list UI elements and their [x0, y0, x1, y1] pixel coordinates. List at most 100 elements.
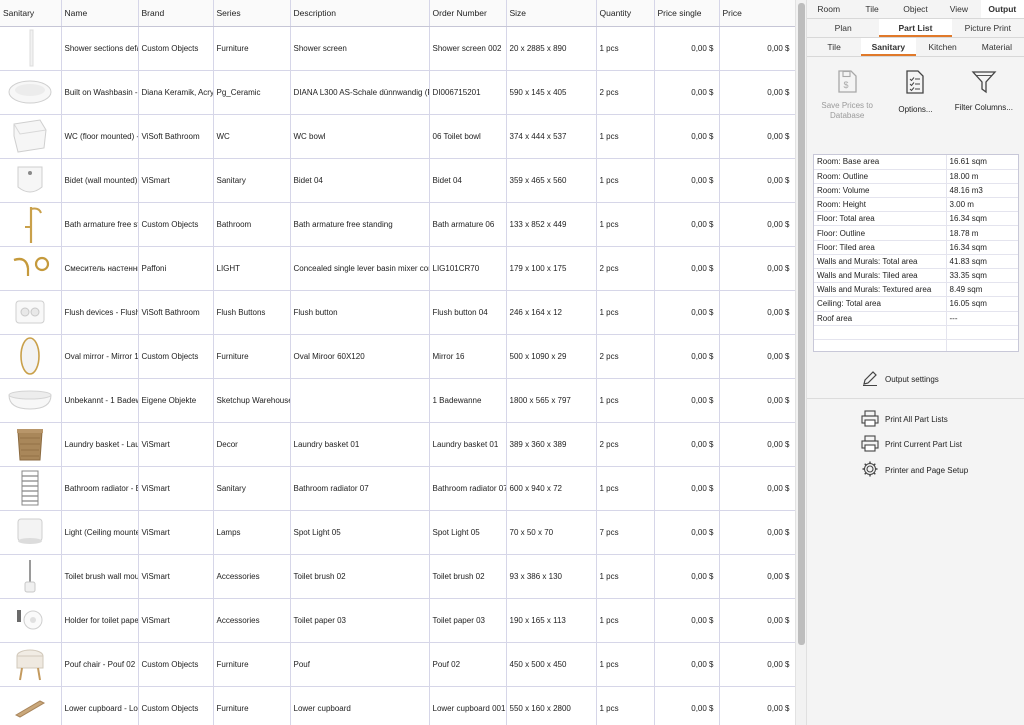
price-cell[interactable]: 0,00 $	[719, 26, 795, 71]
series-cell[interactable]: Sanitary	[213, 158, 291, 203]
quantity-cell[interactable]: 1 pcs	[596, 598, 655, 643]
price-cell[interactable]: 0,00 $	[719, 686, 795, 725]
tab-tile-list[interactable]: Tile	[807, 38, 861, 56]
print-all-part-lists-button[interactable]: Print All Part Lists	[861, 410, 948, 429]
item-thumbnail-cell[interactable]	[0, 202, 62, 247]
price-single-cell[interactable]: 0,00 $	[654, 290, 720, 335]
brand-cell[interactable]: ViSmart	[138, 554, 214, 599]
item-thumbnail-cell[interactable]	[0, 158, 62, 203]
item-thumbnail-cell[interactable]	[0, 378, 62, 423]
series-cell[interactable]: Sketchup Warehouse	[213, 378, 291, 423]
quantity-cell[interactable]: 1 pcs	[596, 26, 655, 71]
item-thumbnail-cell[interactable]	[0, 334, 62, 379]
item-thumbnail-cell[interactable]	[0, 466, 62, 511]
price-single-cell[interactable]: 0,00 $	[654, 246, 720, 291]
quantity-cell[interactable]: 1 pcs	[596, 114, 655, 159]
table-row[interactable]: Oval mirror - Mirror 1(Custom Objects Fur…	[0, 334, 795, 379]
order-number-cell[interactable]: Laundry basket 01	[429, 422, 507, 467]
table-row[interactable]: Shower sections defa Custom Objects Furnit…	[0, 26, 795, 71]
price-single-cell[interactable]: 0,00 $	[654, 202, 720, 247]
quantity-cell[interactable]: 1 pcs	[596, 202, 655, 247]
table-row[interactable]: Built on Washbasin - Diana Keramik, Acryl…	[0, 70, 795, 115]
order-number-cell[interactable]: 06 Toilet bowl	[429, 114, 507, 159]
description-cell[interactable]: DIANA L300 AS-Schale dünnwandig (F	[290, 70, 430, 115]
save-prices-button[interactable]: $ Save Prices to Database	[816, 65, 878, 157]
order-number-cell[interactable]: Mirror 16	[429, 334, 507, 379]
quantity-cell[interactable]: 1 pcs	[596, 554, 655, 599]
price-cell[interactable]: 0,00 $	[719, 510, 795, 555]
quantity-cell[interactable]: 1 pcs	[596, 686, 655, 725]
order-number-cell[interactable]: Spot Light 05	[429, 510, 507, 555]
item-name-cell[interactable]: Lower cupboard - Lo	[61, 686, 139, 725]
price-single-cell[interactable]: 0,00 $	[654, 422, 720, 467]
price-single-cell[interactable]: 0,00 $	[654, 26, 720, 71]
item-thumbnail-cell[interactable]	[0, 686, 62, 725]
brand-cell[interactable]: Custom Objects	[138, 686, 214, 725]
price-single-cell[interactable]: 0,00 $	[654, 686, 720, 725]
brand-cell[interactable]: Custom Objects	[138, 202, 214, 247]
series-cell[interactable]: LIGHT	[213, 246, 291, 291]
column-header-sanitary[interactable]: Sanitary	[0, 0, 62, 27]
quantity-cell[interactable]: 7 pcs	[596, 510, 655, 555]
description-cell[interactable]: Spot Light 05	[290, 510, 430, 555]
size-cell[interactable]: 550 x 160 x 2800	[506, 686, 597, 725]
size-cell[interactable]: 190 x 165 x 113	[506, 598, 597, 643]
quantity-cell[interactable]: 1 pcs	[596, 378, 655, 423]
size-cell[interactable]: 359 x 465 x 560	[506, 158, 597, 203]
column-header-series[interactable]: Series	[213, 0, 291, 27]
quantity-cell[interactable]: 1 pcs	[596, 466, 655, 511]
tab-picture-print[interactable]: Picture Print	[952, 19, 1024, 37]
size-cell[interactable]: 374 x 444 x 537	[506, 114, 597, 159]
item-thumbnail-cell[interactable]	[0, 554, 62, 599]
price-cell[interactable]: 0,00 $	[719, 70, 795, 115]
table-row[interactable]: Laundry basket - Lau ViSmart Decor Laundry …	[0, 422, 795, 467]
brand-cell[interactable]: ViSoft Bathroom	[138, 290, 214, 335]
tab-tile[interactable]: Tile	[850, 0, 893, 18]
price-cell[interactable]: 0,00 $	[719, 422, 795, 467]
quantity-cell[interactable]: 1 pcs	[596, 642, 655, 687]
size-cell[interactable]: 500 x 1090 x 29	[506, 334, 597, 379]
table-row[interactable]: Toilet brush wall mou ViSmart Accessories T…	[0, 554, 795, 599]
column-header-brand[interactable]: Brand	[138, 0, 214, 27]
order-number-cell[interactable]: Toilet paper 03	[429, 598, 507, 643]
brand-cell[interactable]: ViSmart	[138, 466, 214, 511]
brand-cell[interactable]: Diana Keramik, Acryl	[138, 70, 214, 115]
description-cell[interactable]	[290, 378, 430, 423]
column-header-name[interactable]: Name	[61, 0, 139, 27]
price-cell[interactable]: 0,00 $	[719, 598, 795, 643]
item-thumbnail-cell[interactable]	[0, 246, 62, 291]
table-row[interactable]: Light (Ceiling mounte ViSmart Lamps Spot Li…	[0, 510, 795, 555]
series-cell[interactable]: Furniture	[213, 26, 291, 71]
table-row[interactable]: Bidet (wall mounted) ViSmart Sanitary Bidet…	[0, 158, 795, 203]
price-cell[interactable]: 0,00 $	[719, 334, 795, 379]
price-single-cell[interactable]: 0,00 $	[654, 378, 720, 423]
series-cell[interactable]: Decor	[213, 422, 291, 467]
price-single-cell[interactable]: 0,00 $	[654, 70, 720, 115]
series-cell[interactable]: Flush Buttons	[213, 290, 291, 335]
column-header-order-number[interactable]: Order Number	[429, 0, 507, 27]
series-cell[interactable]: Sanitary	[213, 466, 291, 511]
order-number-cell[interactable]: Shower screen 002	[429, 26, 507, 71]
size-cell[interactable]: 20 x 2885 x 890	[506, 26, 597, 71]
price-cell[interactable]: 0,00 $	[719, 246, 795, 291]
price-single-cell[interactable]: 0,00 $	[654, 466, 720, 511]
column-header-quantity[interactable]: Quantity	[596, 0, 655, 27]
item-thumbnail-cell[interactable]	[0, 422, 62, 467]
series-cell[interactable]: Furniture	[213, 642, 291, 687]
price-single-cell[interactable]: 0,00 $	[654, 554, 720, 599]
brand-cell[interactable]: ViSmart	[138, 510, 214, 555]
description-cell[interactable]: Concealed single lever basin mixer cor	[290, 246, 430, 291]
table-row[interactable]: WC (floor mounted) - ViSoft Bathroom WC WC …	[0, 114, 795, 159]
brand-cell[interactable]: ViSmart	[138, 598, 214, 643]
brand-cell[interactable]: Custom Objects	[138, 26, 214, 71]
description-cell[interactable]: Lower cupboard	[290, 686, 430, 725]
scrollbar-thumb[interactable]	[798, 3, 805, 645]
price-single-cell[interactable]: 0,00 $	[654, 334, 720, 379]
print-current-part-list-button[interactable]: Print Current Part List	[861, 435, 962, 454]
series-cell[interactable]: Furniture	[213, 686, 291, 725]
order-number-cell[interactable]: Bath armature 06	[429, 202, 507, 247]
description-cell[interactable]: Toilet paper 03	[290, 598, 430, 643]
item-thumbnail-cell[interactable]	[0, 290, 62, 335]
price-single-cell[interactable]: 0,00 $	[654, 158, 720, 203]
column-header-description[interactable]: Description	[290, 0, 430, 27]
